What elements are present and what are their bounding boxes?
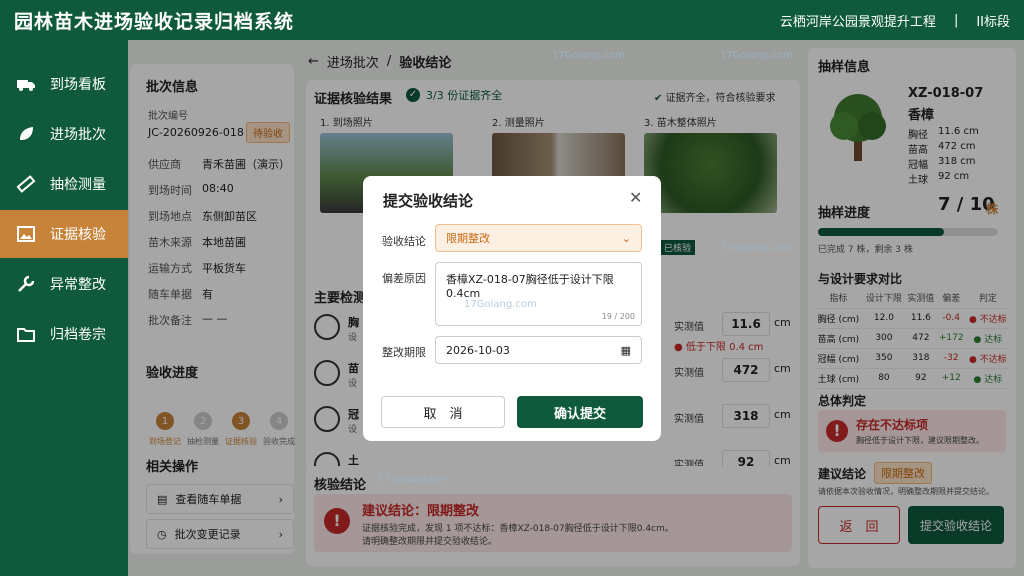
nav-label: 证据核验 — [50, 227, 106, 243]
chevron-down-icon: ⌄ — [621, 231, 631, 245]
nav-item-archive[interactable]: 归档卷宗 — [0, 310, 128, 358]
nav-label: 异常整改 — [50, 277, 106, 293]
deadline-field-label: 整改期限 — [382, 346, 426, 359]
nav-item-batch[interactable]: 进场批次 — [0, 110, 128, 158]
reason-field-label: 偏差原因 — [382, 272, 426, 285]
image-icon — [17, 226, 35, 242]
deadline-date-input[interactable]: 2026-10-03 ▦ — [435, 336, 642, 364]
reason-char-count: 19 / 200 — [601, 312, 635, 321]
nav-label: 到场看板 — [50, 77, 106, 93]
nav-item-arrival[interactable]: 到场看板 — [0, 60, 128, 108]
conclusion-select[interactable]: 限期整改 ⌄ — [435, 224, 642, 252]
reason-textarea[interactable]: 香樟XZ-018-07胸径低于设计下限0.4cm 19 / 200 — [435, 262, 642, 326]
folder-icon — [17, 328, 35, 342]
sidebar: 到场看板 进场批次 抽检测量 证据核验 异常整改 归档卷宗 — [0, 40, 128, 576]
nav-label: 归档卷宗 — [50, 327, 106, 343]
nav-item-measure[interactable]: 抽检测量 — [0, 160, 128, 208]
leaf-icon — [20, 127, 33, 140]
nav-item-evidence[interactable]: 证据核验 — [0, 210, 128, 258]
conclusion-field-label: 验收结论 — [382, 235, 426, 248]
conclusion-select-value: 限期整改 — [446, 232, 490, 245]
ruler-icon — [16, 175, 36, 193]
confirm-submit-button[interactable]: 确认提交 — [517, 396, 643, 428]
top-bar: 园林苗木进场验收记录归档系统 云栖河岸公园景观提升工程 | II标段 — [0, 0, 1024, 40]
truck-icon — [17, 80, 35, 91]
wrench-icon — [18, 275, 35, 292]
nav-item-rectify[interactable]: 异常整改 — [0, 260, 128, 308]
nav-label: 抽检测量 — [50, 177, 106, 193]
separator: | — [953, 12, 959, 28]
dialog-title: 提交验收结论 — [383, 192, 474, 210]
calendar-icon: ▦ — [620, 343, 631, 357]
cancel-button[interactable]: 取 消 — [381, 396, 505, 428]
reason-text: 香樟XZ-018-07胸径低于设计下限0.4cm — [446, 273, 614, 300]
close-icon[interactable]: ✕ — [629, 188, 642, 207]
nav-label: 进场批次 — [50, 127, 106, 143]
deadline-value: 2026-10-03 — [446, 343, 510, 357]
section-name: II标段 — [976, 14, 1010, 30]
submit-dialog: 提交验收结论 ✕ 验收结论 限期整改 ⌄ 偏差原因 香樟XZ-018-07胸径低于… — [363, 176, 661, 441]
app-title: 园林苗木进场验收记录归档系统 — [14, 10, 295, 33]
project-name: 云栖河岸公园景观提升工程 — [779, 14, 936, 30]
